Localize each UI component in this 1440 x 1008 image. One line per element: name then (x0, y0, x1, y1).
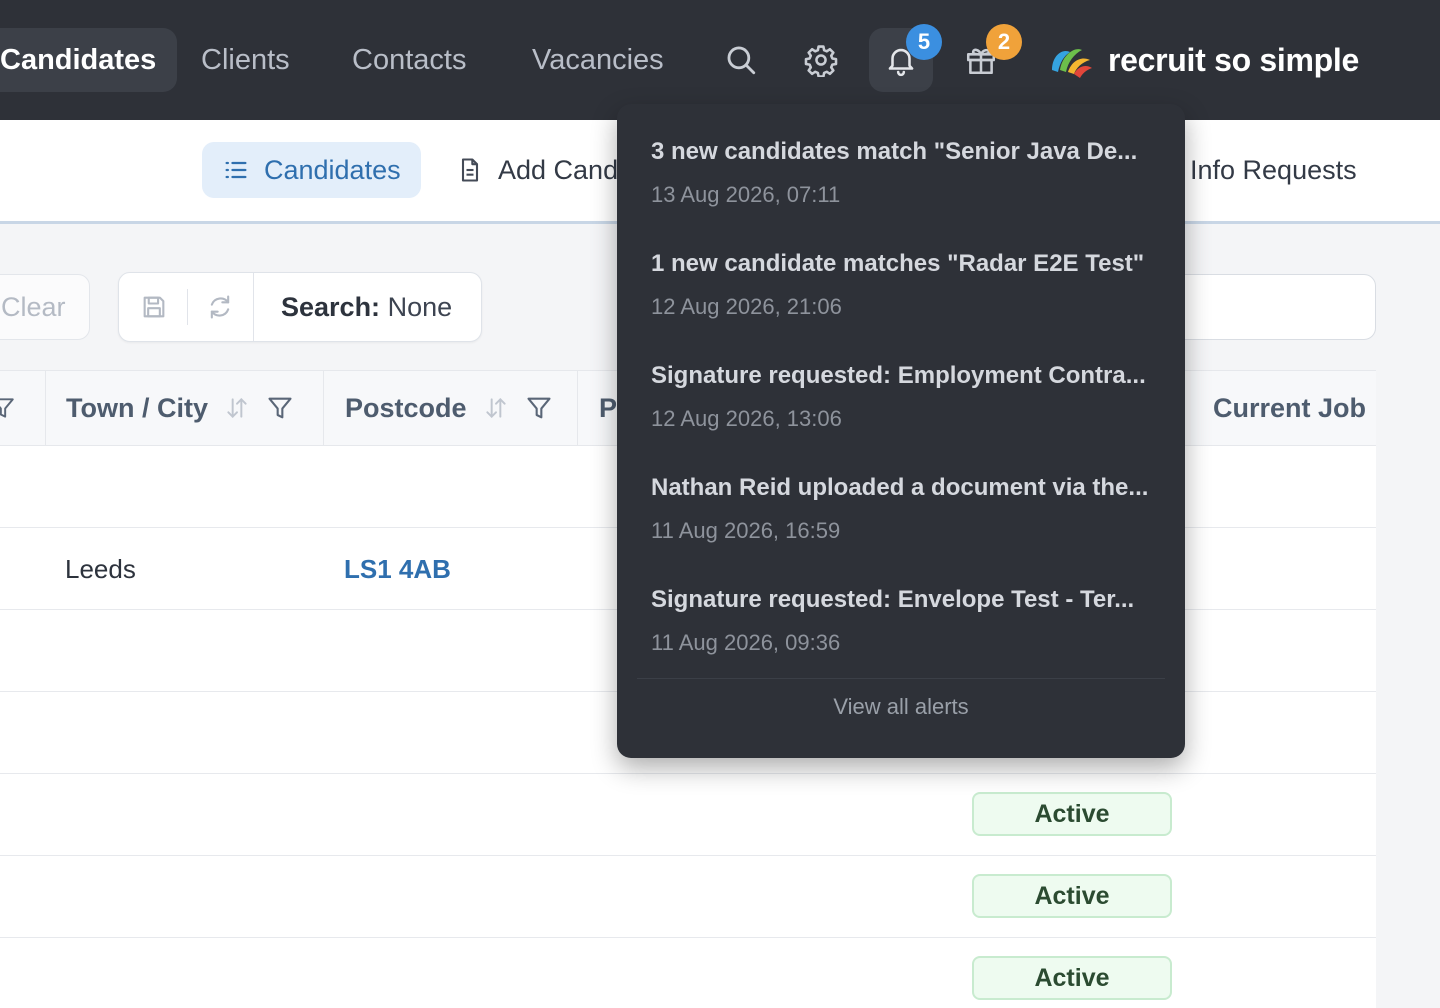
search-button[interactable] (709, 28, 773, 92)
recruit-so-simple-logo (1052, 49, 1092, 78)
alert-title: Nathan Reid uploaded a document via the.… (651, 474, 1149, 501)
column-postcode[interactable]: Postcode (345, 371, 553, 445)
column-label: P (599, 392, 618, 423)
nav-item-vacancies[interactable]: Vacancies (532, 28, 664, 92)
search-state-label: Search: (281, 292, 381, 322)
tab-add-candidate[interactable]: Add Cand (456, 142, 618, 198)
alert-item[interactable]: 1 new candidate matches "Radar E2E Test"… (651, 250, 1161, 320)
alert-title: Signature requested: Employment Contra..… (651, 362, 1146, 389)
status-badge: Active (972, 792, 1172, 836)
save-search-button[interactable] (121, 273, 187, 341)
saved-search-group: Search: None (118, 272, 482, 342)
alert-timestamp: 11 Aug 2026, 09:36 (651, 630, 841, 655)
notifications-button[interactable]: 5 (869, 24, 942, 92)
search-state-value: None (387, 292, 453, 322)
brand[interactable]: recruit so simple (1046, 28, 1359, 92)
notification-count-badge: 5 (906, 24, 942, 60)
top-navigation: Candidates Clients Contacts Vacancies 5 … (0, 0, 1440, 120)
table-row[interactable]: Active (0, 774, 1376, 856)
table-row[interactable]: Active (0, 856, 1376, 938)
alert-timestamp: 11 Aug 2026, 16:59 (651, 518, 841, 543)
alert-item[interactable]: Nathan Reid uploaded a document via the.… (651, 474, 1161, 544)
view-all-alerts-link[interactable]: View all alerts (617, 694, 1185, 720)
clear-label: Clear (1, 292, 66, 322)
sort-icon[interactable] (224, 395, 250, 421)
town-cell: Leeds (65, 554, 136, 584)
column-divider (323, 371, 324, 445)
save-icon (143, 296, 165, 318)
column-current-job[interactable]: Current Job (1213, 371, 1366, 445)
alert-timestamp: 12 Aug 2026, 13:06 (651, 406, 842, 431)
search-icon (727, 46, 756, 75)
nav-item-contacts[interactable]: Contacts (352, 28, 466, 92)
brand-name: recruit so simple (1108, 41, 1359, 78)
nav-item-clients[interactable]: Clients (201, 28, 290, 92)
nav-item-label: Contacts (352, 44, 467, 76)
nav-item-candidates[interactable]: Candidates (0, 28, 178, 92)
refresh-icon (210, 295, 230, 319)
column-divider (577, 371, 578, 445)
reset-search-button[interactable] (187, 273, 253, 341)
table-row[interactable]: Active (0, 938, 1376, 1008)
nav-item-label: Vacancies (532, 44, 664, 76)
alert-item[interactable]: 3 new candidates match "Senior Java De..… (651, 138, 1161, 208)
alert-title: Signature requested: Envelope Test - Ter… (651, 586, 1135, 613)
nav-item-label: Clients (201, 44, 290, 76)
status-badge: Active (972, 956, 1172, 1000)
alert-item[interactable]: Signature requested: Employment Contra..… (651, 362, 1161, 432)
alert-timestamp: 13 Aug 2026, 07:11 (651, 182, 841, 207)
column-town-city[interactable]: Town / City (66, 371, 294, 445)
whats-new-button[interactable]: 2 (949, 24, 1022, 92)
settings-button[interactable] (789, 28, 853, 92)
alerts-dropdown: 3 new candidates match "Senior Java De..… (617, 104, 1185, 758)
column-divider (45, 371, 46, 445)
column-label: Postcode (345, 392, 467, 423)
tab-label: Info Requests (1190, 154, 1357, 185)
postcode-link[interactable]: LS1 4AB (344, 528, 451, 610)
tab-info-requests[interactable]: Info Requests (1190, 142, 1357, 198)
gear-icon (804, 45, 838, 77)
filter-icon[interactable] (266, 394, 294, 422)
tab-label: Add Cand (498, 154, 619, 185)
nav-item-label: Candidates (0, 44, 157, 76)
tab-label: Candidates (264, 154, 401, 185)
column-label: Town / City (66, 392, 208, 423)
divider (253, 273, 254, 341)
column-truncated[interactable]: P (599, 371, 617, 445)
alert-title: 3 new candidates match "Senior Java De..… (651, 138, 1138, 165)
clear-filters-button[interactable]: Clear (0, 274, 90, 340)
divider (637, 678, 1165, 679)
current-search-indicator[interactable]: Search: None (281, 273, 452, 341)
list-icon (225, 161, 247, 179)
sort-icon[interactable] (483, 395, 509, 421)
document-icon (461, 158, 479, 182)
alert-item[interactable]: Signature requested: Envelope Test - Ter… (651, 586, 1161, 656)
filter-icon[interactable] (525, 394, 553, 422)
status-badge: Active (972, 874, 1172, 918)
alert-timestamp: 12 Aug 2026, 21:06 (651, 294, 842, 319)
column-label: Current Job (1213, 392, 1367, 423)
filter-icon (0, 398, 14, 418)
tab-candidates-list[interactable]: Candidates (202, 142, 421, 198)
column-previous-filter[interactable] (0, 371, 16, 445)
alert-title: 1 new candidate matches "Radar E2E Test" (651, 250, 1145, 277)
gift-count-badge: 2 (986, 24, 1022, 60)
